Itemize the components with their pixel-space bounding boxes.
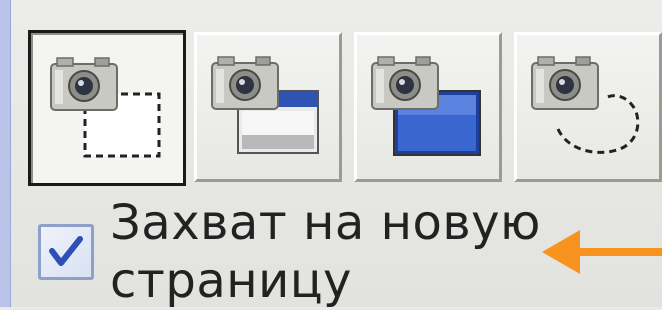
camera-freehand-icon — [531, 56, 640, 154]
capture-freehand-button[interactable] — [514, 32, 662, 182]
camera-dashed-rectangle-icon — [50, 57, 161, 158]
capture-mode-toolbar — [28, 28, 662, 188]
capture-window-button[interactable] — [194, 32, 342, 182]
new-page-checkbox[interactable] — [38, 224, 94, 280]
camera-fullscreen-icon — [371, 56, 481, 156]
new-page-checkbox-label[interactable]: Захват на новую страницу — [110, 194, 580, 310]
panel-edge — [0, 0, 11, 307]
capture-region-button[interactable] — [28, 30, 186, 186]
checkmark-icon — [49, 236, 83, 266]
capture-options-panel: Захват на новую страницу — [0, 0, 662, 310]
capture-fullscreen-button[interactable] — [354, 32, 502, 182]
arrow-left-icon — [542, 230, 662, 274]
camera-window-icon — [211, 56, 319, 154]
